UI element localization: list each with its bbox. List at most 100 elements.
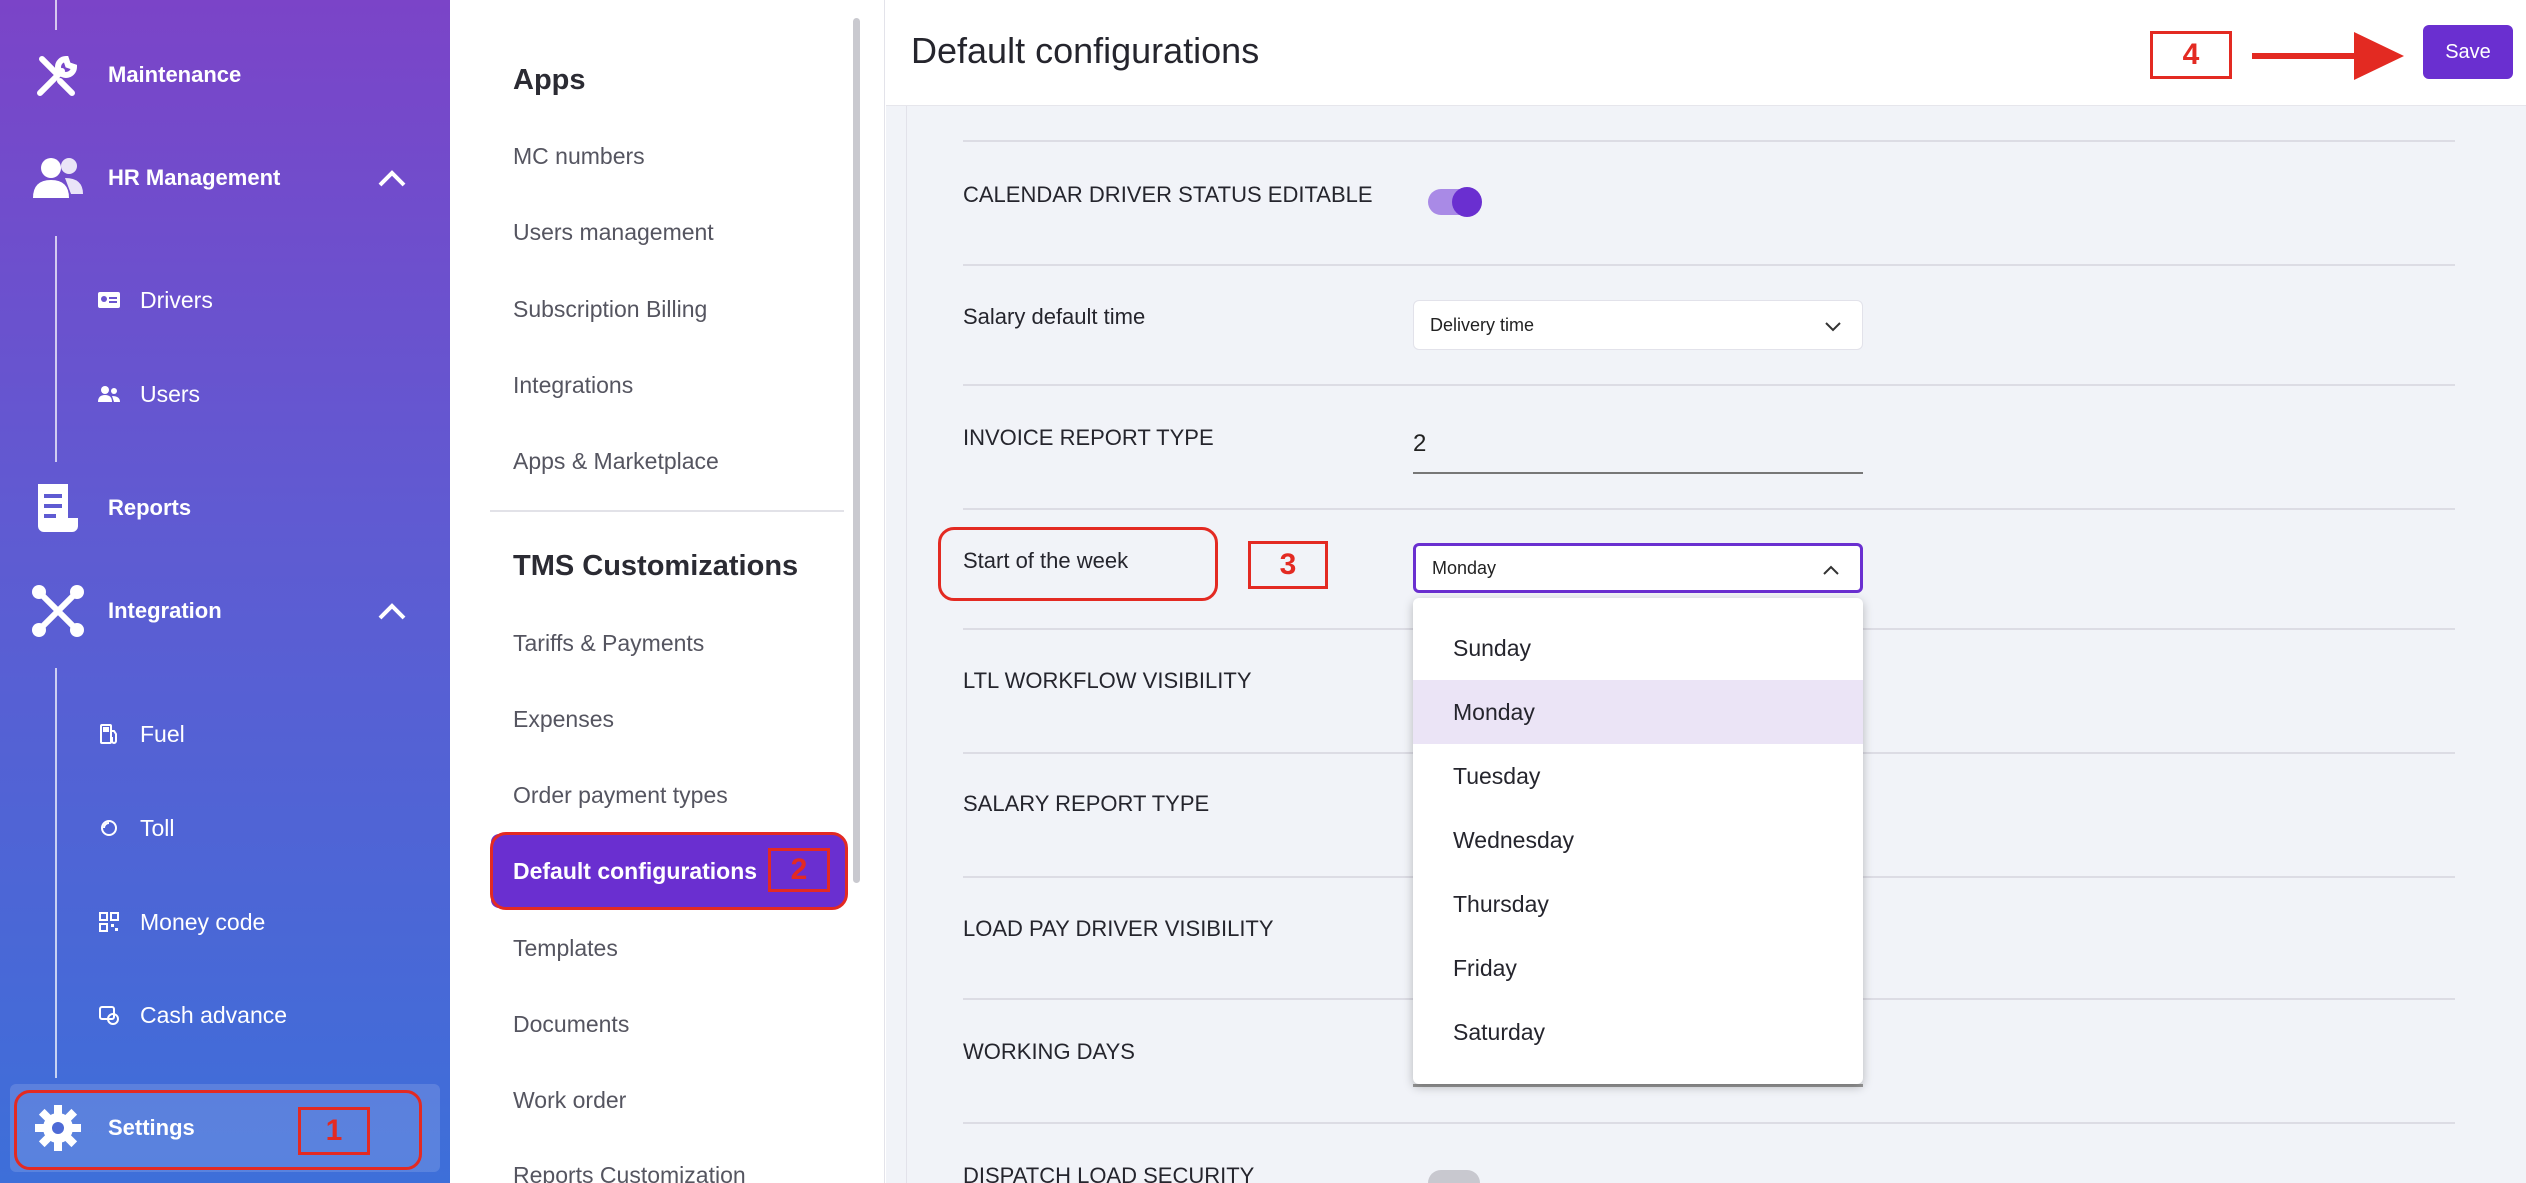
sidebar-item-fuel[interactable]: Fuel — [0, 716, 450, 752]
working-days-field-underline — [1413, 1084, 1863, 1087]
nav-item-reports-customization[interactable]: Reports Customization — [513, 1162, 746, 1183]
option-label: Sunday — [1453, 634, 1532, 661]
annotation-step-2: 2 — [768, 848, 830, 892]
sidebar-label-toll: Toll — [140, 814, 175, 841]
annotation-step-1: 1 — [298, 1107, 370, 1155]
row-divider — [963, 384, 2455, 386]
sidebar-tree-line — [55, 236, 57, 462]
option-label: Wednesday — [1453, 826, 1575, 853]
label-invoice-report-type: INVOICE REPORT TYPE — [963, 425, 1214, 450]
wrench-tools-icon — [30, 47, 86, 103]
sidebar-label-users: Users — [140, 380, 201, 407]
dropdown-option-saturday[interactable]: Saturday — [1413, 1000, 1863, 1064]
sidebar-item-hr-management[interactable]: HR Management — [0, 150, 450, 206]
dropdown-option-friday[interactable]: Friday — [1413, 936, 1863, 1000]
sidebar-item-integration[interactable]: Integration — [0, 583, 450, 639]
row-divider — [963, 264, 2455, 266]
label-working-days: WORKING DAYS — [963, 1039, 1135, 1064]
dropdown-option-thursday[interactable]: Thursday — [1413, 872, 1863, 936]
select-value: Monday — [1432, 557, 1497, 578]
nav-item-mc-numbers[interactable]: MC numbers — [513, 143, 645, 170]
chevron-up-icon[interactable] — [372, 591, 412, 631]
sidebar-label-integration: Integration — [108, 598, 222, 623]
sidebar-label-money-code: Money code — [140, 908, 266, 935]
people-icon — [30, 150, 86, 206]
sidebar-item-users[interactable]: Users — [0, 376, 450, 412]
label-ltl-workflow-visibility: LTL WORKFLOW VISIBILITY — [963, 668, 1252, 693]
sidebar-item-drivers[interactable]: Drivers — [0, 282, 450, 318]
sidebar-label-fuel: Fuel — [140, 720, 185, 747]
nav-item-subscription-billing[interactable]: Subscription Billing — [513, 296, 707, 323]
invoice-report-type-input[interactable]: 2 — [1413, 424, 1863, 474]
nav-item-order-payment-types[interactable]: Order payment types — [513, 782, 728, 809]
label-salary-report-type: SALARY REPORT TYPE — [963, 791, 1210, 816]
sidebar-label-drivers: Drivers — [140, 286, 213, 313]
nav-divider — [490, 510, 844, 512]
nav-item-templates[interactable]: Templates — [513, 935, 618, 962]
dropdown-option-monday[interactable]: Monday — [1413, 680, 1863, 744]
nav-item-users-management[interactable]: Users management — [513, 219, 714, 246]
annotation-step-4: 4 — [2150, 31, 2232, 79]
nav-item-apps-marketplace[interactable]: Apps & Marketplace — [513, 448, 719, 475]
nav-item-integrations[interactable]: Integrations — [513, 372, 633, 399]
start-of-week-select[interactable]: Monday — [1413, 543, 1863, 593]
settings-nav-scrollbar[interactable] — [853, 18, 860, 883]
annotation-step-3: 3 — [1248, 541, 1328, 589]
save-button[interactable]: Save — [2423, 25, 2513, 79]
sidebar-item-reports[interactable]: Reports — [0, 480, 450, 536]
sidebar-item-maintenance[interactable]: Maintenance — [0, 47, 450, 103]
qr-code-icon — [96, 909, 122, 935]
option-label: Saturday — [1453, 1018, 1546, 1045]
toll-tag-icon — [96, 815, 122, 841]
sidebar-item-money-code[interactable]: Money code — [0, 904, 450, 940]
sidebar-label-reports: Reports — [108, 495, 192, 520]
sidebar-label-hr-management: HR Management — [108, 165, 281, 190]
option-label: Monday — [1453, 698, 1535, 725]
sidebar-label-cash-advance: Cash advance — [140, 1001, 288, 1028]
nav-item-work-order[interactable]: Work order — [513, 1087, 626, 1114]
annotation-arrow-icon — [2252, 32, 2404, 80]
users-icon — [96, 381, 122, 407]
option-label: Tuesday — [1453, 762, 1541, 789]
row-divider — [963, 1122, 2455, 1124]
dropdown-option-wednesday[interactable]: Wednesday — [1413, 808, 1863, 872]
settings-nav-panel — [450, 0, 885, 1183]
sidebar-item-cash-advance[interactable]: Cash advance — [0, 997, 450, 1033]
dropdown-option-tuesday[interactable]: Tuesday — [1413, 744, 1863, 808]
dropdown-option-sunday[interactable]: Sunday — [1413, 616, 1863, 680]
chevron-up-icon[interactable] — [372, 158, 412, 198]
row-divider — [963, 140, 2455, 142]
sidebar-item-toll[interactable]: Toll — [0, 810, 450, 846]
sidebar-tree-line — [55, 0, 57, 30]
sidebar-label-maintenance: Maintenance — [108, 62, 242, 87]
nav-item-documents[interactable]: Documents — [513, 1011, 629, 1038]
annotation-start-of-week-outline — [938, 527, 1218, 601]
integration-nodes-icon — [30, 583, 86, 639]
page-title: Default configurations — [911, 30, 1260, 71]
cash-advance-icon — [96, 1002, 122, 1028]
option-label: Thursday — [1453, 890, 1549, 917]
toggle-knob — [1452, 187, 1482, 217]
tms-customizations-heading: TMS Customizations — [513, 550, 799, 582]
option-label: Friday — [1453, 954, 1517, 981]
nav-item-expenses[interactable]: Expenses — [513, 706, 614, 733]
fuel-pump-icon — [96, 721, 122, 747]
label-salary-default-time: Salary default time — [963, 304, 1146, 329]
row-divider — [963, 508, 2455, 510]
apps-heading: Apps — [513, 64, 586, 96]
id-card-icon — [96, 287, 122, 313]
calendar-driver-status-toggle[interactable] — [1428, 187, 1482, 217]
chevron-down-icon — [1822, 315, 1844, 337]
label-calendar-driver-status-editable: CALENDAR DRIVER STATUS EDITABLE — [963, 182, 1373, 207]
label-dispatch-load-security: DISPATCH LOAD SECURITY — [963, 1163, 1255, 1183]
dispatch-load-security-toggle[interactable] — [1428, 1170, 1480, 1183]
salary-default-time-select[interactable]: Delivery time — [1413, 300, 1863, 350]
select-value: Delivery time — [1430, 314, 1535, 335]
nav-item-tariffs-payments[interactable]: Tariffs & Payments — [513, 630, 704, 657]
main-sidebar: Maintenance HR Management Drivers Users … — [0, 0, 450, 1183]
input-value: 2 — [1413, 430, 1427, 457]
start-of-week-dropdown-menu: Sunday Monday Tuesday Wednesday Thursday… — [1413, 598, 1863, 1084]
document-report-icon — [30, 480, 86, 536]
label-load-pay-driver-visibility: LOAD PAY DRIVER VISIBILITY — [963, 916, 1274, 941]
chevron-up-icon — [1820, 560, 1842, 582]
